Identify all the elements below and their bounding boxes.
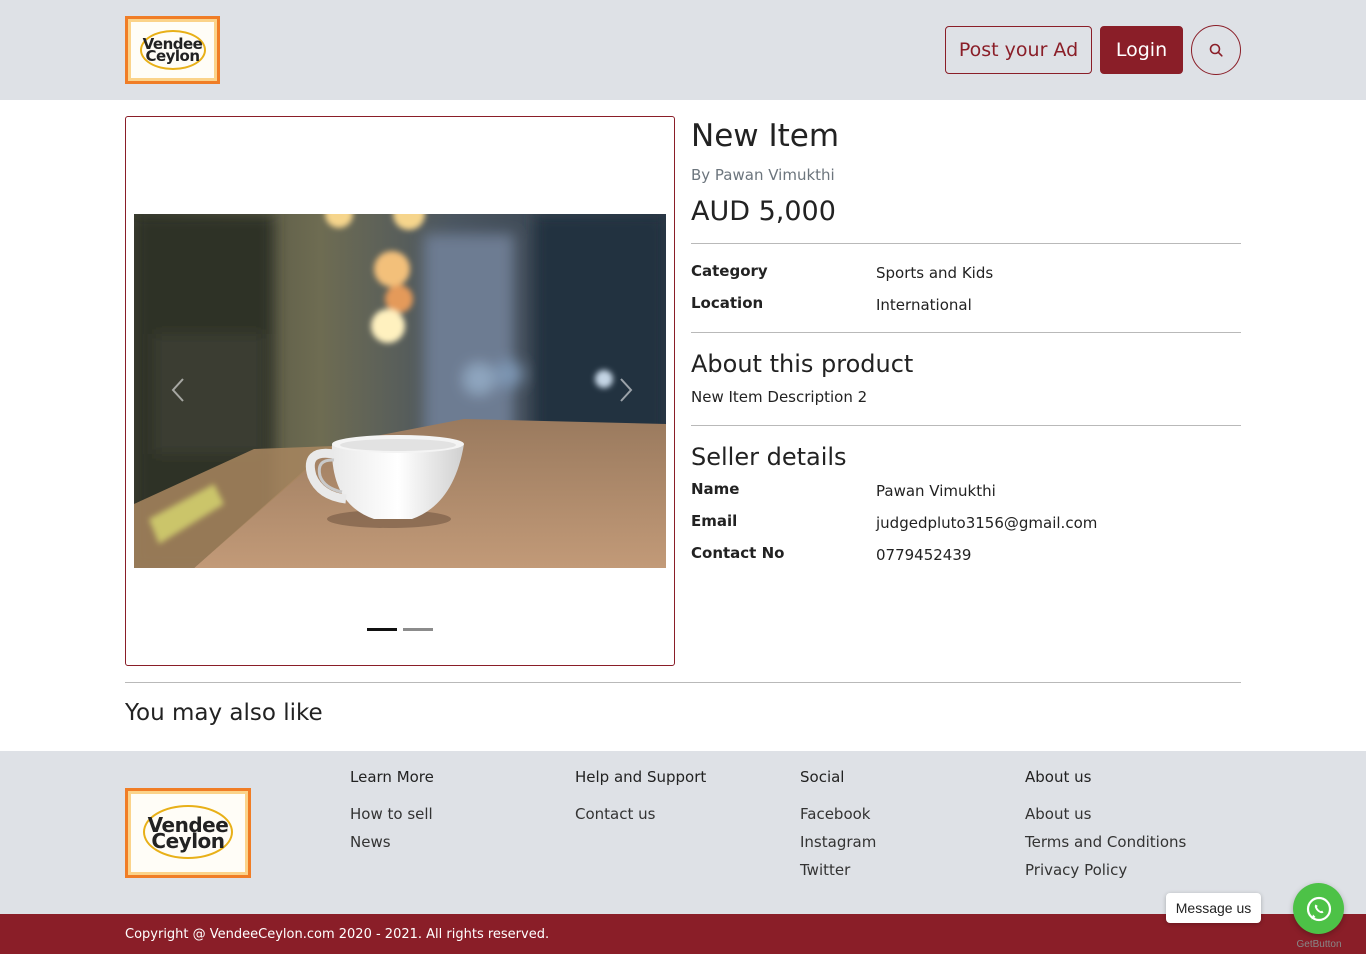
product-price: AUD 5,000 — [691, 196, 836, 227]
seller-name-value: Pawan Vimukthi — [876, 482, 996, 500]
footer-heading-learn-more: Learn More — [350, 768, 434, 786]
copyright-text: Copyright @ VendeeCeylon.com 2020 - 2021… — [125, 927, 550, 942]
whatsapp-icon — [1306, 896, 1331, 921]
post-ad-button[interactable]: Post your Ad — [945, 26, 1092, 74]
site-footer: Vendee Ceylon Learn More How to sell New… — [0, 751, 1366, 914]
seller-heading: Seller details — [691, 443, 847, 471]
login-button[interactable]: Login — [1100, 26, 1183, 74]
carousel-next-button[interactable] — [616, 375, 636, 405]
search-icon — [1209, 43, 1223, 57]
about-heading: About this product — [691, 350, 914, 378]
seller-email-label: Email — [691, 512, 738, 530]
chevron-left-icon — [171, 378, 184, 402]
logo-text: Vendee Ceylon — [148, 814, 229, 853]
product-photo-image — [134, 214, 666, 568]
logo-line-2: Ceylon — [151, 829, 225, 853]
getbutton-brand: GetButton — [1296, 939, 1342, 950]
footer-link-instagram[interactable]: Instagram — [800, 833, 876, 851]
footer-link-contact-us[interactable]: Contact us — [575, 805, 655, 823]
whatsapp-chat-button[interactable] — [1293, 883, 1344, 934]
message-us-tooltip[interactable]: Message us — [1166, 893, 1261, 923]
category-label: Category — [691, 262, 768, 280]
divider — [691, 332, 1241, 333]
site-header: Vendee Ceylon Post your Ad Login — [0, 0, 1366, 100]
seller-contact-value: 0779452439 — [876, 546, 972, 564]
footer-logo[interactable]: Vendee Ceylon — [125, 788, 251, 878]
product-title: New Item — [691, 118, 840, 154]
footer-link-how-to-sell[interactable]: How to sell — [350, 805, 433, 823]
location-value: International — [876, 296, 972, 314]
carousel-prev-button[interactable] — [168, 375, 188, 405]
product-description: New Item Description 2 — [691, 388, 868, 406]
copyright-bar: Copyright @ VendeeCeylon.com 2020 - 2021… — [0, 914, 1366, 954]
footer-link-privacy[interactable]: Privacy Policy — [1025, 861, 1127, 879]
chevron-right-icon — [620, 378, 633, 402]
divider — [125, 682, 1241, 683]
search-button[interactable] — [1191, 25, 1241, 75]
footer-link-terms[interactable]: Terms and Conditions — [1025, 833, 1186, 851]
divider — [691, 243, 1241, 244]
footer-heading-help-support: Help and Support — [575, 768, 707, 786]
carousel-indicator-2[interactable] — [403, 628, 433, 631]
footer-link-about-us[interactable]: About us — [1025, 805, 1091, 823]
seller-name-label: Name — [691, 480, 740, 498]
seller-contact-label: Contact No — [691, 544, 785, 562]
divider — [691, 425, 1241, 426]
logo-text: Vendee Ceylon — [143, 36, 203, 65]
footer-heading-social: Social — [800, 768, 845, 786]
seller-email-value: judgedpluto3156@gmail.com — [876, 514, 1098, 532]
location-label: Location — [691, 294, 764, 312]
footer-link-facebook[interactable]: Facebook — [800, 805, 870, 823]
product-photo — [134, 214, 666, 568]
product-image-carousel — [125, 116, 675, 666]
site-logo[interactable]: Vendee Ceylon — [125, 16, 220, 84]
footer-heading-about-us: About us — [1025, 768, 1092, 786]
carousel-indicators — [367, 628, 433, 631]
footer-link-news[interactable]: News — [350, 833, 391, 851]
logo-line-2: Ceylon — [145, 47, 200, 65]
related-heading: You may also like — [125, 700, 323, 726]
footer-link-twitter[interactable]: Twitter — [800, 861, 850, 879]
product-byline: By Pawan Vimukthi — [691, 166, 835, 184]
category-value: Sports and Kids — [876, 264, 994, 282]
carousel-indicator-1[interactable] — [367, 628, 397, 631]
